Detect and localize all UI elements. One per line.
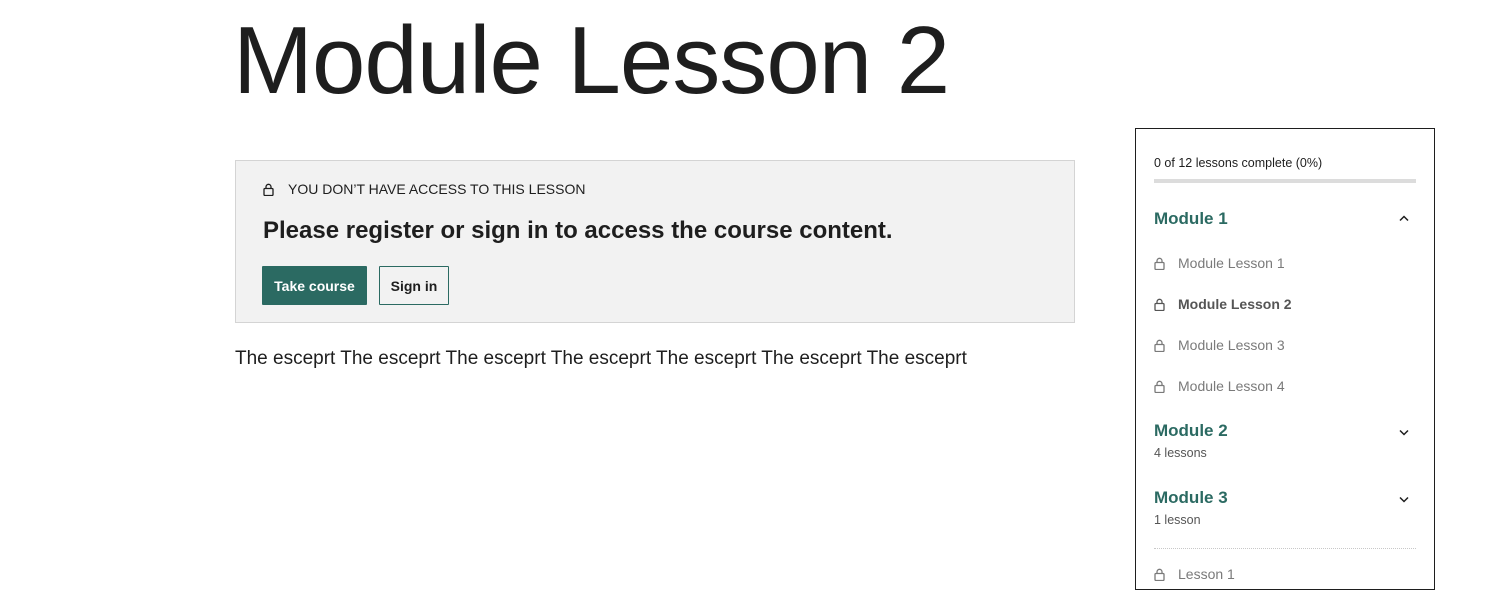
- notice-heading: YOU DON’T HAVE ACCESS TO THIS LESSON: [263, 181, 585, 197]
- page-title: Module Lesson 2: [233, 7, 950, 114]
- progress-bar: [1154, 179, 1416, 183]
- notice-message: Please register or sign in to access the…: [263, 217, 893, 244]
- module-1-title[interactable]: Module 1: [1154, 209, 1228, 229]
- module-2-lesson-count: 4 lessons: [1154, 446, 1207, 460]
- lock-icon: [1154, 380, 1165, 393]
- lesson-label: Module Lesson 4: [1178, 378, 1285, 394]
- lock-icon: [1154, 257, 1165, 270]
- lesson-label: Module Lesson 1: [1178, 255, 1285, 271]
- lock-icon: [263, 183, 274, 196]
- sign-in-button[interactable]: Sign in: [379, 266, 449, 305]
- lock-icon: [1154, 568, 1165, 581]
- lock-icon: [1154, 298, 1165, 311]
- lesson-item-lesson-1[interactable]: Lesson 1: [1154, 566, 1235, 582]
- lesson-item-module-lesson-1[interactable]: Module Lesson 1: [1154, 255, 1285, 271]
- lesson-label: Lesson 1: [1178, 566, 1235, 582]
- access-notice: YOU DON’T HAVE ACCESS TO THIS LESSON Ple…: [235, 160, 1075, 323]
- lesson-excerpt: The esceprt The esceprt The esceprt The …: [235, 348, 967, 369]
- divider: [1154, 548, 1416, 549]
- take-course-button[interactable]: Take course: [262, 266, 367, 305]
- notice-heading-text: YOU DON’T HAVE ACCESS TO THIS LESSON: [288, 181, 586, 197]
- lock-icon: [1154, 339, 1165, 352]
- chevron-down-icon[interactable]: [1398, 428, 1410, 436]
- module-3-title[interactable]: Module 3: [1154, 488, 1228, 508]
- lesson-item-module-lesson-4[interactable]: Module Lesson 4: [1154, 378, 1285, 394]
- lesson-label: Module Lesson 2: [1178, 296, 1292, 312]
- chevron-down-icon[interactable]: [1398, 495, 1410, 503]
- progress-text: 0 of 12 lessons complete (0%): [1154, 156, 1323, 170]
- course-navigation-sidebar: 0 of 12 lessons complete (0%) Module 1 M…: [1135, 128, 1435, 590]
- lesson-item-module-lesson-3[interactable]: Module Lesson 3: [1154, 337, 1285, 353]
- module-3-lesson-count: 1 lesson: [1154, 513, 1201, 527]
- lesson-item-module-lesson-2[interactable]: Module Lesson 2: [1154, 296, 1292, 312]
- chevron-up-icon[interactable]: [1398, 214, 1410, 222]
- module-2-title[interactable]: Module 2: [1154, 421, 1228, 441]
- lesson-label: Module Lesson 3: [1178, 337, 1285, 353]
